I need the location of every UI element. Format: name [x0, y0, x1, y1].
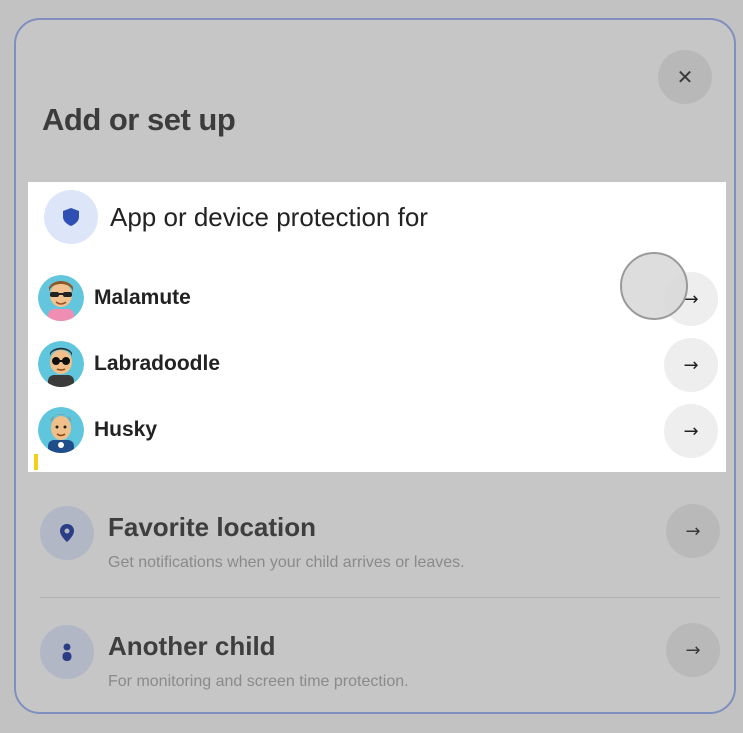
- child-name: Malamute: [94, 286, 191, 309]
- child-row-malamute[interactable]: Malamute →: [38, 270, 718, 326]
- favorite-location-option[interactable]: Favorite location Get notifications when…: [40, 498, 720, 588]
- arrow-right-icon: →: [683, 354, 699, 376]
- close-button[interactable]: ✕: [658, 50, 712, 104]
- arrow-right-icon: →: [683, 420, 699, 442]
- protection-title: App or device protection for: [110, 201, 428, 232]
- shield-icon: [44, 190, 98, 244]
- location-pin-icon: [40, 506, 94, 560]
- option-subtitle: Get notifications when your child arrive…: [108, 554, 465, 571]
- avatar: [38, 407, 84, 453]
- arrow-right-icon: →: [685, 520, 701, 542]
- option-subtitle: For monitoring and screen time protectio…: [108, 673, 409, 690]
- child-row-husky[interactable]: Husky →: [38, 402, 718, 458]
- go-button-husky[interactable]: →: [664, 404, 718, 458]
- arrow-right-icon: →: [685, 639, 701, 661]
- child-name: Husky: [94, 418, 158, 441]
- option-title: Favorite location: [108, 512, 317, 542]
- screen: ✕ Add or set up App or device protection…: [0, 0, 743, 733]
- add-setup-dialog: ✕ Add or set up App or device protection…: [14, 18, 736, 714]
- protection-header: App or device protection for: [44, 190, 428, 244]
- option-title: Another child: [108, 631, 276, 661]
- touch-indicator: [620, 252, 688, 320]
- avatar: [38, 341, 84, 387]
- another-child-arrow-button[interactable]: →: [666, 623, 720, 677]
- avatar: [38, 275, 84, 321]
- divider: [40, 597, 720, 598]
- go-button-labradoodle[interactable]: →: [664, 338, 718, 392]
- child-row-labradoodle[interactable]: Labradoodle →: [38, 336, 718, 392]
- protection-panel: App or device protection for Malamute → …: [28, 182, 726, 472]
- favorite-location-arrow-button[interactable]: →: [666, 504, 720, 558]
- cursor-marker: [34, 454, 38, 470]
- person-icon: [40, 625, 94, 679]
- close-icon: ✕: [676, 65, 694, 89]
- child-name: Labradoodle: [94, 352, 221, 375]
- dialog-title: Add or set up: [42, 102, 236, 137]
- another-child-option[interactable]: Another child For monitoring and screen …: [40, 617, 720, 707]
